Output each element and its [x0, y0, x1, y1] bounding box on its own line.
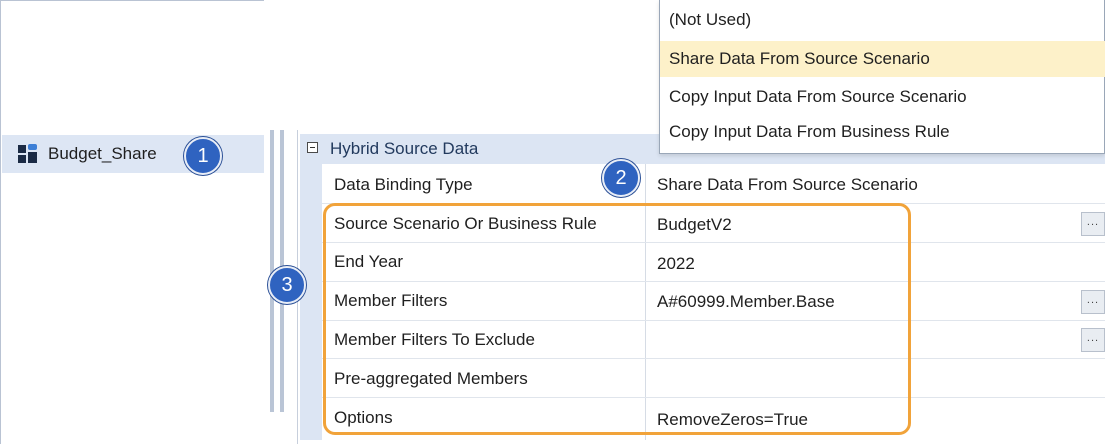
- cube-icon: [18, 144, 37, 163]
- property-label: Data Binding Type: [334, 175, 473, 194]
- ellipsis-button[interactable]: ...: [1081, 212, 1105, 236]
- tree-panel: [0, 0, 264, 444]
- dropdown-option-label: Copy Input Data From Source Scenario: [669, 87, 967, 106]
- dropdown-option-label: Copy Input Data From Business Rule: [669, 122, 950, 141]
- tree-item-label: Budget_Share: [48, 144, 157, 163]
- callout-badge-3: 3: [268, 266, 306, 304]
- dropdown-option-label: Share Data From Source Scenario: [669, 49, 930, 68]
- callout-badge-2: 2: [602, 159, 640, 197]
- collapse-icon[interactable]: [307, 142, 318, 153]
- property-value[interactable]: Share Data From Source Scenario: [657, 175, 918, 195]
- dropdown-option-label: (Not Used): [669, 10, 752, 29]
- callout-badge-1: 1: [184, 137, 222, 175]
- category-label: Hybrid Source Data: [330, 139, 479, 158]
- ellipsis-button[interactable]: ...: [1081, 290, 1105, 314]
- ellipsis-button[interactable]: ...: [1081, 328, 1105, 352]
- highlight-box: [323, 203, 911, 435]
